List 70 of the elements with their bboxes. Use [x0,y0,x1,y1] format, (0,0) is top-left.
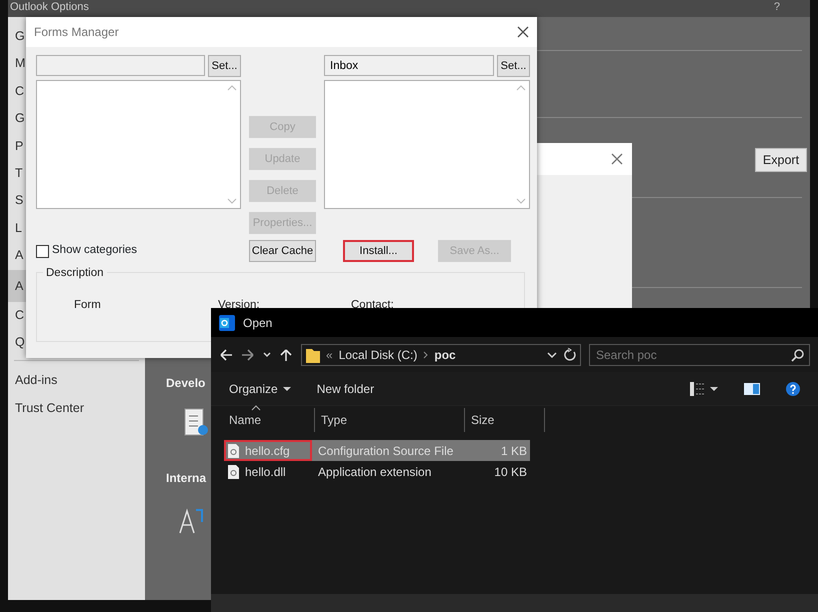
export-button[interactable]: Export [755,148,807,172]
language-icon [179,506,205,534]
column-header[interactable]: Type [321,413,348,427]
refresh-icon[interactable] [563,348,576,361]
sidebar-item[interactable]: A [15,242,24,270]
help-button[interactable]: ? [774,1,780,13]
file-icon [228,444,239,458]
text-field[interactable]: Inbox [324,55,494,76]
sidebar-item[interactable]: G [15,23,25,50]
set-button[interactable]: Set... [497,55,530,77]
field-label: Form [74,298,101,313]
column-header[interactable]: Size [471,413,494,427]
new-folder-button[interactable]: New folder [316,380,374,398]
section-heading: Develo [166,375,206,392]
section-heading: Interna [166,470,206,487]
file-size: 10 KB [493,464,528,480]
form-action-button[interactable]: Clear Cache [249,240,316,262]
file-type: Application extension [317,464,432,480]
breadcrumb-item[interactable]: poc [434,346,456,364]
file-icon [228,464,239,478]
breadcrumb-separator: « [326,346,333,364]
sidebar-item[interactable]: C [15,78,24,105]
forward-icon[interactable] [241,348,255,362]
sidebar-item[interactable]: T [15,160,23,187]
sidebar-item[interactable]: C [15,302,24,329]
sidebar-item[interactable]: M [15,50,26,78]
dialog-title: Open [243,314,272,332]
file-size: 1 KB [500,442,528,460]
sidebar-item[interactable]: A [15,270,24,302]
search-icon [791,348,804,362]
checkbox[interactable] [36,244,49,258]
organize-menu[interactable]: Organize [229,380,291,398]
sidebar-item[interactable]: L [15,214,22,242]
text-field[interactable] [36,55,205,76]
help-icon[interactable] [786,382,800,396]
breadcrumb-item[interactable]: Local Disk (C:) [338,346,418,364]
sidebar-item[interactable]: Trust Center [8,394,145,422]
sidebar-item[interactable]: Q [15,328,25,356]
view-icon[interactable] [690,382,704,396]
window-title: Outlook Options [10,1,89,13]
close-icon[interactable] [517,26,529,38]
folder-icon [306,346,320,362]
file-name: hello.dll [245,464,286,480]
app-icon [219,314,235,330]
search-field[interactable]: Search poc [589,344,810,366]
form-action-button[interactable]: Install... [343,240,414,262]
close-icon [611,153,623,165]
file-row[interactable]: hello.dll Application extension 10 KB [224,461,530,482]
column-header[interactable]: Name [229,413,262,427]
set-button[interactable]: Set... [208,55,241,77]
dropdown-icon[interactable] [263,352,271,358]
sidebar-item[interactable]: G [15,105,25,132]
back-icon[interactable] [219,348,233,362]
sidebar-item[interactable]: S [15,187,24,214]
file-type: Configuration Source File [317,442,454,460]
up-icon[interactable] [279,348,293,362]
dialog-title: Forms Manager [34,24,119,41]
checkbox-label: Show categories [52,243,138,258]
sort-icon [251,405,261,411]
caret-icon[interactable] [710,386,718,392]
chevron-icon [423,350,428,358]
file-name: hello.cfg [245,442,290,460]
address-bar[interactable]: « Local Disk (C:) poc [301,344,581,366]
field-label: Contact: [351,298,394,313]
preview-pane-icon[interactable] [744,382,760,394]
caret-icon [282,386,291,392]
sidebar-item[interactable]: Add-ins [8,367,145,395]
dropdown-icon[interactable] [547,352,557,358]
sidebar-item[interactable]: P [15,132,24,160]
field-label: Version: [218,298,260,313]
